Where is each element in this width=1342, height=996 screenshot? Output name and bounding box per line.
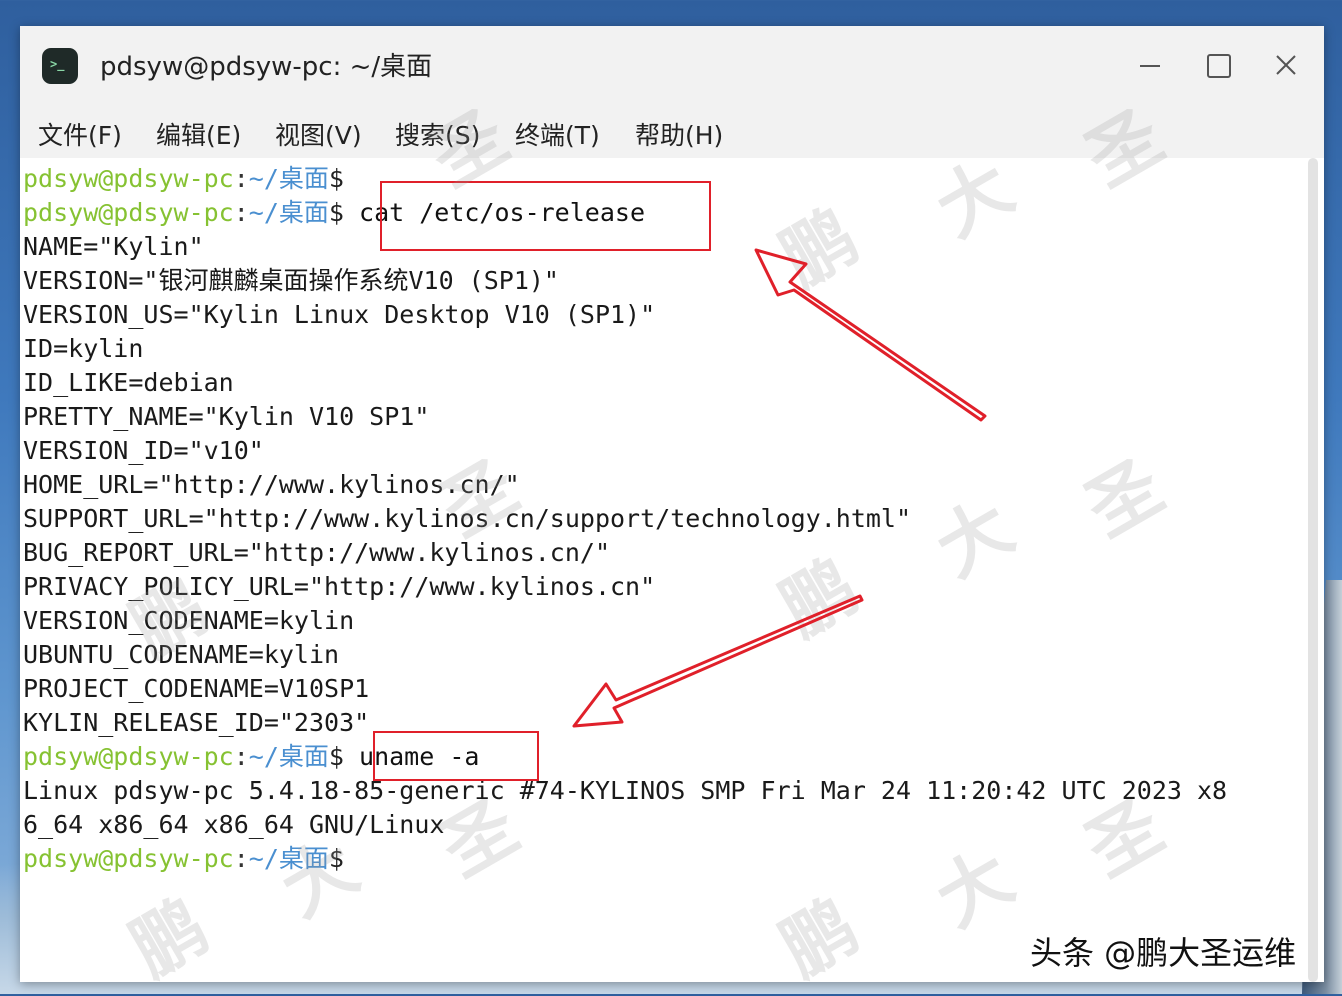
output-line: VERSION_US="Kylin Linux Desktop V10 (SP1… [23, 300, 656, 329]
terminal-icon: >_ [42, 48, 78, 84]
output-line: PROJECT_CODENAME=V10SP1 [23, 674, 370, 703]
title-bar[interactable]: >_ pdsyw@pdsyw-pc: ~/桌面 [20, 26, 1324, 106]
menu-search[interactable]: 搜索(S) [395, 116, 480, 152]
menu-help[interactable]: 帮助(H) [635, 116, 723, 152]
close-button[interactable] [1264, 44, 1308, 88]
menu-terminal[interactable]: 终端(T) [515, 116, 600, 152]
output-line: BUG_REPORT_URL="http://www.kylinos.cn/" [23, 538, 610, 567]
prompt-line: pdsyw@pdsyw-pc:~/桌面$ [23, 164, 344, 193]
window-title: pdsyw@pdsyw-pc: ~/桌面 [100, 52, 433, 82]
terminal-output[interactable]: pdsyw@pdsyw-pc:~/桌面$ pdsyw@pdsyw-pc:~/桌面… [20, 158, 1324, 982]
output-line: UBUNTU_CODENAME=kylin [23, 640, 340, 669]
output-line: PRIVACY_POLICY_URL="http://www.kylinos.c… [23, 572, 656, 601]
highlight-box-uname [373, 731, 539, 781]
output-line: VERSION_CODENAME=kylin [23, 606, 355, 635]
maximize-button[interactable] [1196, 44, 1240, 88]
output-line: VERSION_ID="v10" [23, 436, 264, 465]
prompt-line: pdsyw@pdsyw-pc:~/桌面$ [23, 844, 344, 873]
output-line: NAME="Kylin" [23, 232, 204, 261]
close-icon [1276, 55, 1296, 75]
output-line: KYLIN_RELEASE_ID="2303" [23, 708, 370, 737]
output-line: ID_LIKE=debian [23, 368, 234, 397]
output-line: HOME_URL="http://www.kylinos.cn/" [23, 470, 520, 499]
terminal-window: >_ pdsyw@pdsyw-pc: ~/桌面 文件(F) 编辑(E) 视图(V… [20, 26, 1324, 982]
output-line: VERSION="银河麒麟桌面操作系统V10 (SP1)" [23, 266, 559, 295]
output-line: SUPPORT_URL="http://www.kylinos.cn/suppo… [23, 504, 912, 533]
minimize-button[interactable] [1128, 44, 1172, 88]
output-line: Linux pdsyw-pc 5.4.18-85-generic #74-KYL… [23, 776, 1228, 805]
menu-view[interactable]: 视图(V) [275, 116, 362, 152]
output-line: 6_64 x86_64 x86_64 GNU/Linux [23, 810, 445, 839]
source-credit: 头条 @鹏大圣运维 [1030, 934, 1297, 972]
menu-bar: 文件(F) 编辑(E) 视图(V) 搜索(S) 终端(T) 帮助(H) [20, 106, 1324, 158]
menu-file[interactable]: 文件(F) [38, 116, 122, 152]
scrollbar[interactable] [1308, 158, 1318, 982]
output-line: PRETTY_NAME="Kylin V10 SP1" [23, 402, 430, 431]
menu-edit[interactable]: 编辑(E) [156, 116, 241, 152]
output-line: ID=kylin [23, 334, 144, 363]
highlight-box-cat [380, 181, 711, 251]
